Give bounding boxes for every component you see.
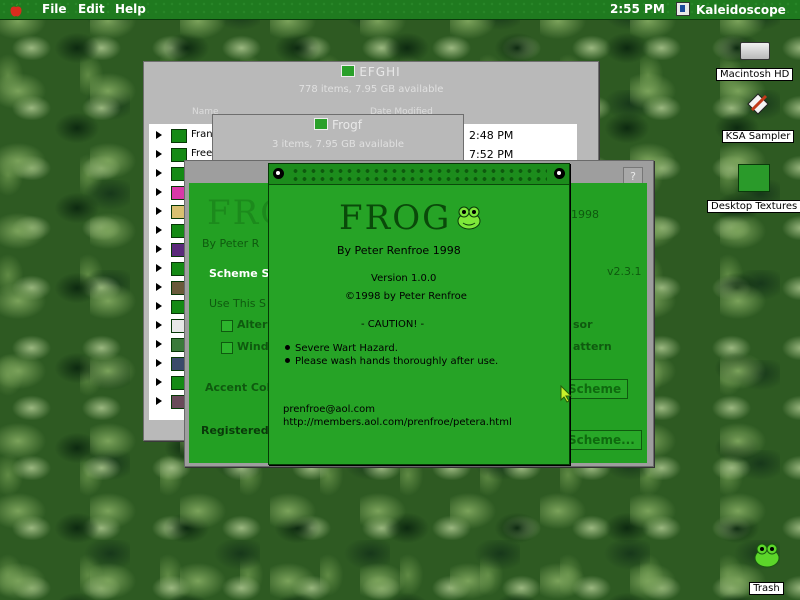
desktop-icon-label: KSA Sampler — [721, 130, 795, 143]
close-box-eye-icon[interactable] — [273, 168, 284, 179]
frog-icon — [457, 206, 481, 230]
homepage-link[interactable]: http://members.aol.com/prenfroe/petera.h… — [283, 417, 512, 428]
disclosure-triangle-icon[interactable] — [156, 397, 162, 405]
application-name: Kaleidoscope — [696, 3, 786, 17]
window-label: Wind — [237, 340, 269, 353]
disclosure-triangle-icon[interactable] — [156, 169, 162, 177]
disclosure-triangle-icon[interactable] — [156, 207, 162, 215]
alternate-checkbox[interactable] — [221, 320, 233, 332]
disclosure-triangle-icon[interactable] — [156, 188, 162, 196]
accent-color-label: Accent Col — [205, 381, 271, 394]
about-frog-dialog[interactable]: FROG By Peter Renfroe 1998 Version 1.0.0… — [268, 163, 570, 465]
scheme-menu-button[interactable]: Scheme... — [561, 430, 642, 450]
dialog-title-bar[interactable] — [269, 164, 569, 185]
menu-clock[interactable]: 2:55 PM — [610, 2, 665, 16]
menu-file[interactable]: File — [42, 2, 67, 16]
byline-text: By Peter Renfroe 1998 — [337, 244, 461, 257]
caution-heading: - CAUTION! - — [361, 319, 425, 330]
window-title: Frogf — [332, 118, 362, 132]
window-status: 3 items, 7.95 GB available — [271, 139, 405, 150]
folder-icon — [341, 65, 356, 77]
author-text: By Peter R — [202, 237, 260, 250]
frog-logo: FROG — [339, 198, 452, 238]
apple-menu-icon[interactable] — [9, 3, 23, 17]
finder-window-frogf[interactable]: Frogf 3 items, 7.95 GB available — [212, 114, 464, 166]
folder-icon — [314, 118, 329, 130]
disclosure-triangle-icon[interactable] — [156, 245, 162, 253]
disclosure-triangle-icon[interactable] — [156, 378, 162, 386]
disclosure-triangle-icon[interactable] — [156, 264, 162, 272]
bullet-icon — [285, 345, 290, 350]
disclosure-triangle-icon[interactable] — [156, 340, 162, 348]
disclosure-triangle-icon[interactable] — [156, 283, 162, 291]
registered-label: Registered — [201, 424, 269, 437]
file-date: 2:48 PM — [469, 129, 514, 142]
menu-help[interactable]: Help — [115, 2, 146, 16]
desktop-icon-label: Macintosh HD — [716, 68, 794, 81]
desktop-icon-label: Desktop Textures — [707, 200, 800, 213]
version-text: Version 1.0.0 — [371, 273, 437, 284]
version-text: v2.3.1 — [607, 265, 642, 278]
alternate-label: Alter — [237, 318, 268, 331]
desktop-icon-ksa-sampler[interactable]: KSA Sampler — [716, 90, 800, 143]
email-link[interactable]: prenfroe@aol.com — [283, 404, 375, 415]
disclosure-triangle-icon[interactable] — [156, 321, 162, 329]
caution-bullet: Severe Wart Hazard. — [285, 343, 398, 354]
disclosure-triangle-icon[interactable] — [156, 302, 162, 310]
ksa-sampler-icon — [747, 93, 769, 115]
pattern-label: attern — [573, 340, 612, 353]
desktop-icon-trash[interactable]: Trash — [733, 540, 800, 595]
window-title-bar[interactable]: Frogf — [213, 115, 463, 135]
cursor-label: sor — [573, 318, 593, 331]
menu-bar: File Edit Help 2:55 PM Kaleidoscope — [0, 0, 800, 20]
frog-trash-icon — [754, 543, 779, 568]
file-name: Free — [191, 148, 213, 159]
window-title: EFGHI — [359, 65, 401, 79]
desktop-icon-desktop-textures[interactable]: Desktop Textures — [707, 164, 800, 213]
file-name: Fran — [191, 129, 213, 140]
scheme-section-label: Scheme S — [209, 267, 270, 280]
disclosure-triangle-icon[interactable] — [156, 131, 162, 139]
window-status: 778 items, 7.95 GB available — [298, 84, 444, 95]
disclosure-triangle-icon[interactable] — [156, 359, 162, 367]
mouse-pointer-icon — [560, 385, 572, 403]
folder-textures-icon — [738, 164, 771, 192]
caution-bullet: Please wash hands thoroughly after use. — [285, 356, 498, 367]
window-checkbox[interactable] — [221, 342, 233, 354]
copyright-text: ©1998 by Peter Renfroe — [345, 291, 467, 302]
hard-drive-icon — [739, 42, 770, 60]
disclosure-triangle-icon[interactable] — [156, 226, 162, 234]
menu-edit[interactable]: Edit — [78, 2, 105, 16]
window-title-bar[interactable]: EFGHI — [144, 62, 598, 82]
use-this-label: Use This S — [209, 297, 267, 310]
year-text: 1998 — [571, 208, 599, 221]
application-menu[interactable]: Kaleidoscope — [676, 2, 786, 17]
bullet-icon — [285, 358, 290, 363]
desktop-icon-label: Trash — [749, 582, 784, 595]
desktop-icon-macintosh-hd[interactable]: Macintosh HD — [716, 42, 794, 81]
zoom-box-eye-icon[interactable] — [554, 168, 565, 179]
kaleidoscope-app-icon — [676, 2, 690, 16]
folder-icon — [171, 129, 187, 143]
title-bar-dots — [291, 167, 547, 181]
disclosure-triangle-icon[interactable] — [156, 150, 162, 158]
